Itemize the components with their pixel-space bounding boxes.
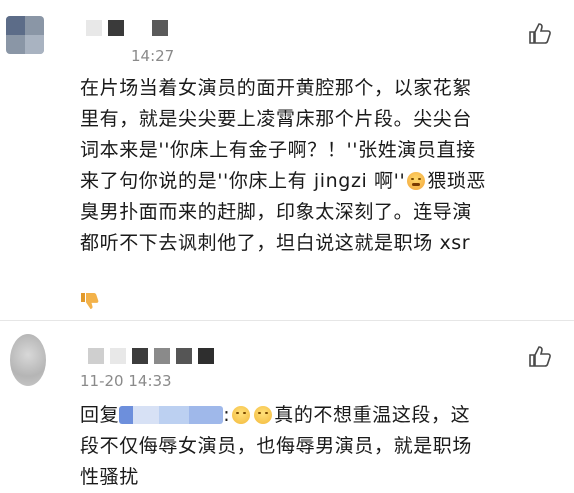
username-blurred[interactable] <box>86 20 168 36</box>
avatar[interactable] <box>6 16 44 54</box>
avatar[interactable] <box>10 334 46 386</box>
comment-line: 来了句你说的是''你床上有 jingzi 啊'' 猥琐恶 <box>80 166 550 197</box>
dislike-icon[interactable] <box>80 291 100 311</box>
crying-emoji-icon <box>407 172 426 190</box>
comment-line-part: 猥琐恶 <box>427 170 487 192</box>
comment-body: 回复: 真的不想重温这段，这 段不仅侮辱女演员，也侮辱男演员，就是职场 性骚扰 <box>80 400 550 493</box>
comment-line: 里有，就是尖尖要上凌霄床那个片段。尖尖台 <box>80 108 473 130</box>
comment-line: 回复: 真的不想重温这段，这 <box>80 400 550 431</box>
comment-2: 11-20 14:33 回复: 真的不想重温这段，这 段不仅侮辱女演员，也侮辱男演… <box>0 322 574 491</box>
comment-line: 都听不下去讽刺他了，坦白说这就是职场 xsr <box>80 232 471 254</box>
reply-prefix: 回复 <box>80 404 120 426</box>
comment-1: 14:27 在片场当着女演员的面开黄腔那个，以家花絮 里有，就是尖尖要上凌霄床那… <box>0 0 574 320</box>
like-icon[interactable] <box>528 345 552 367</box>
comment-time: 14:27 <box>131 47 175 65</box>
mention-colon: : <box>223 404 231 426</box>
comment-body: 在片场当着女演员的面开黄腔那个，以家花絮 里有，就是尖尖要上凌霄床那个片段。尖尖… <box>80 73 550 259</box>
mention-blurred[interactable] <box>119 406 224 424</box>
comment-divider <box>0 320 574 321</box>
comment-line: 臭男扑面而来的赶脚，印象太深刻了。连导演 <box>80 201 473 223</box>
comment-time: 11-20 14:33 <box>80 372 172 390</box>
emoji-icon <box>254 406 273 424</box>
comment-line-part: 来了句你说的是''你床上有 jingzi 啊'' <box>80 170 406 192</box>
comment-line: 段不仅侮辱女演员，也侮辱男演员，就是职场 <box>80 435 473 457</box>
emoji-icon <box>232 406 251 424</box>
username-blurred[interactable] <box>88 348 214 364</box>
comment-line: 词本来是''你床上有金子啊？！''张姓演员直接 <box>80 139 476 161</box>
comment-line: 性骚扰 <box>80 466 139 488</box>
comment-line-part: 真的不想重温这段，这 <box>274 404 471 426</box>
comment-line: 在片场当着女演员的面开黄腔那个，以家花絮 <box>80 77 473 99</box>
like-icon[interactable] <box>528 22 552 44</box>
